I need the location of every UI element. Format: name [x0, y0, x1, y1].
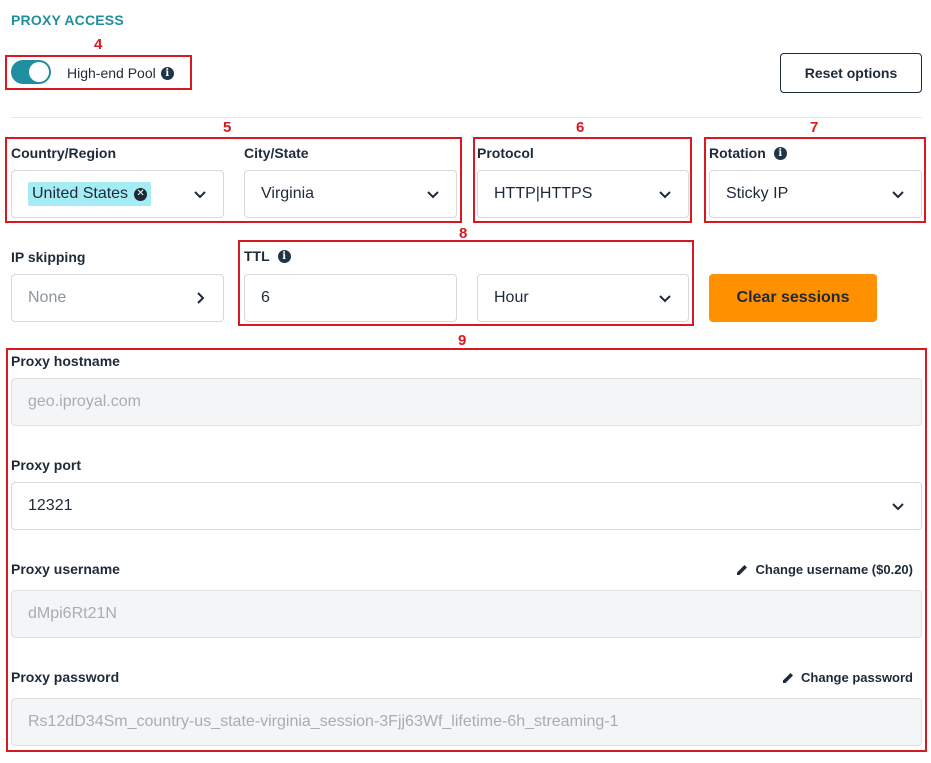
change-username-link[interactable]: Change username ($0.20)	[735, 562, 913, 577]
high-end-pool-toggle[interactable]	[11, 60, 51, 84]
annotation-7: 7	[810, 119, 819, 136]
rotation-label-group: Rotation i	[709, 145, 787, 161]
password-field[interactable]: Rs12dD34Sm_country-us_state-virginia_ses…	[11, 698, 922, 746]
pencil-icon	[737, 564, 748, 575]
toggle-knob	[29, 62, 49, 82]
port-value: 12321	[28, 497, 73, 514]
annotation-9: 9	[458, 332, 467, 349]
rotation-value: Sticky IP	[726, 185, 789, 202]
country-chip-label: United States	[32, 185, 129, 202]
chevron-down-icon	[427, 191, 439, 199]
protocol-select[interactable]: HTTP|HTTPS	[477, 170, 689, 218]
remove-chip-icon[interactable]: ✕	[134, 187, 148, 201]
ip-skipping-select[interactable]: None	[11, 274, 224, 322]
city-label: City/State	[244, 145, 309, 161]
change-password-label: Change password	[801, 670, 913, 685]
username-label: Proxy username	[11, 561, 120, 577]
ttl-label-group: TTL i	[244, 248, 291, 264]
username-value: dMpi6Rt21N	[28, 605, 117, 622]
password-value: Rs12dD34Sm_country-us_state-virginia_ses…	[28, 713, 619, 730]
info-icon[interactable]: i	[277, 249, 291, 263]
country-select[interactable]: United States ✕	[11, 170, 224, 218]
reset-options-button[interactable]: Reset options	[780, 53, 922, 93]
info-icon[interactable]: i	[160, 66, 174, 80]
ttl-unit-value: Hour	[494, 289, 529, 306]
port-label: Proxy port	[11, 457, 82, 473]
password-label: Proxy password	[11, 669, 120, 685]
pool-label-group: High-end Pool i	[67, 65, 174, 81]
protocol-label: Protocol	[477, 145, 534, 161]
ip-skipping-label: IP skipping	[11, 249, 86, 265]
chevron-down-icon	[659, 191, 671, 199]
ttl-label: TTL	[244, 248, 270, 264]
chevron-down-icon	[194, 191, 206, 199]
annotation-4: 4	[94, 36, 103, 53]
chevron-down-icon	[659, 295, 671, 303]
ttl-value: 6	[261, 289, 270, 306]
country-label: Country/Region	[11, 145, 116, 161]
city-value: Virginia	[261, 185, 315, 202]
hostname-label: Proxy hostname	[11, 353, 120, 369]
protocol-value: HTTP|HTTPS	[494, 185, 593, 202]
hostname-field[interactable]: geo.iproyal.com	[11, 378, 922, 426]
rotation-label: Rotation	[709, 145, 766, 161]
annotation-6: 6	[576, 119, 585, 136]
hostname-value: geo.iproyal.com	[28, 393, 141, 410]
change-password-link[interactable]: Change password	[781, 670, 913, 685]
rotation-select[interactable]: Sticky IP	[709, 170, 922, 218]
ttl-unit-select[interactable]: Hour	[477, 274, 689, 322]
chevron-down-icon	[892, 503, 904, 511]
chevron-down-icon	[892, 191, 904, 199]
port-select[interactable]: 12321	[11, 482, 922, 530]
change-username-label: Change username ($0.20)	[755, 562, 913, 577]
ip-skipping-value: None	[28, 289, 67, 306]
clear-sessions-button[interactable]: Clear sessions	[709, 274, 877, 322]
section-title: PROXY ACCESS	[11, 12, 124, 28]
ttl-input[interactable]: 6	[244, 274, 457, 322]
username-field[interactable]: dMpi6Rt21N	[11, 590, 922, 638]
city-select[interactable]: Virginia	[244, 170, 457, 218]
pencil-icon	[783, 672, 794, 683]
info-icon[interactable]: i	[773, 146, 787, 160]
country-chip: United States ✕	[28, 182, 152, 206]
divider	[11, 117, 922, 118]
annotation-5: 5	[223, 119, 232, 136]
chevron-right-icon	[197, 292, 205, 304]
pool-label: High-end Pool	[67, 65, 156, 81]
